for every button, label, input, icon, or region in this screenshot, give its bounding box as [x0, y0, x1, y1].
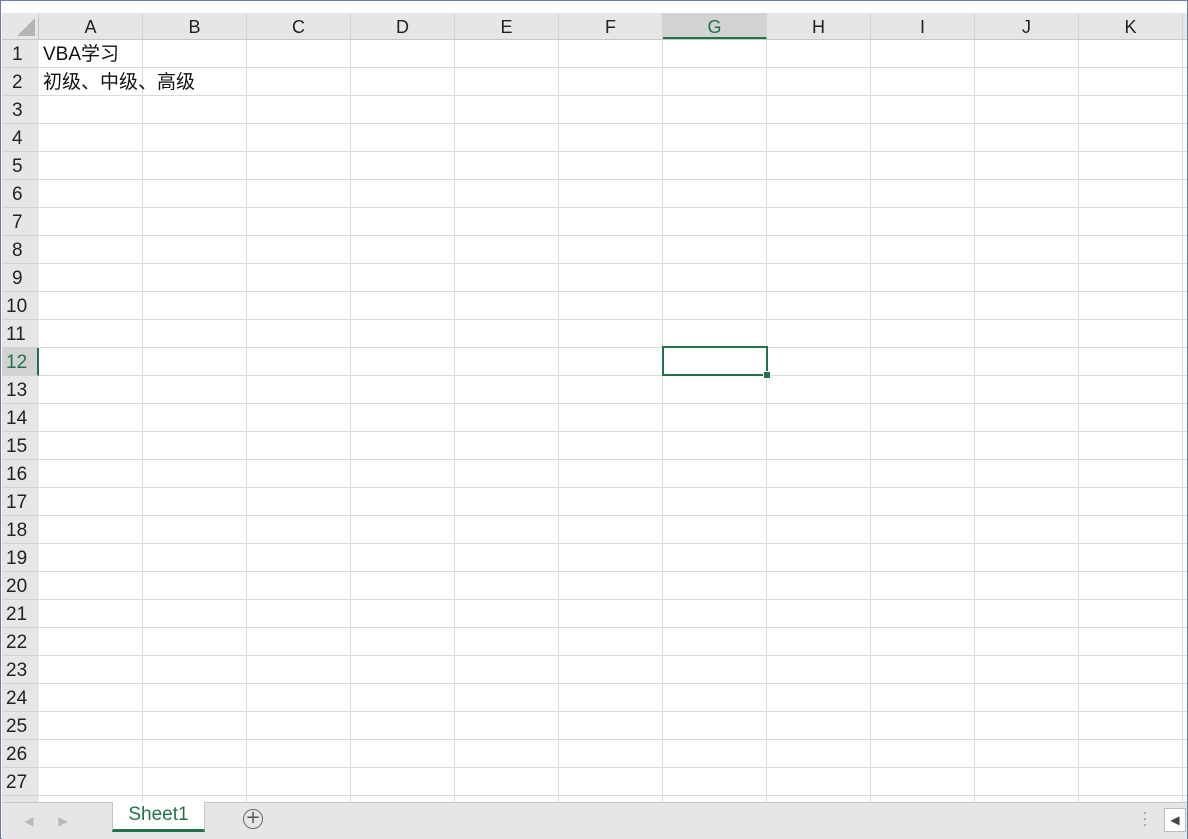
column-header-f[interactable]: F	[559, 13, 663, 39]
row-header-27[interactable]: 27	[2, 768, 39, 796]
row-header-12[interactable]: 12	[2, 348, 39, 376]
column-header-d[interactable]: D	[351, 13, 455, 39]
row-header-19[interactable]: 19	[2, 544, 39, 572]
row-header-23[interactable]: 23	[2, 656, 39, 684]
row-header-25[interactable]: 25	[2, 712, 39, 740]
row-header-11[interactable]: 11	[2, 320, 39, 348]
column-header-j[interactable]: J	[975, 13, 1079, 39]
sheet-tab-sheet1[interactable]: Sheet1	[112, 802, 205, 832]
row-header-26[interactable]: 26	[2, 740, 39, 768]
row-header-18[interactable]: 18	[2, 516, 39, 544]
column-header-c[interactable]: C	[247, 13, 351, 39]
row-header-20[interactable]: 20	[2, 572, 39, 600]
add-sheet-icon[interactable]: +	[243, 809, 263, 829]
column-header-b[interactable]: B	[143, 13, 247, 39]
row-header-16[interactable]: 16	[2, 460, 39, 488]
column-header-g[interactable]: G	[663, 13, 767, 39]
sheet-tab-label: Sheet1	[128, 804, 189, 825]
row-header-7[interactable]: 7	[2, 208, 39, 236]
sheet-tab-bar: ◀ ▶ Sheet1 + · · · ◀	[2, 802, 1187, 839]
row-header-3[interactable]: 3	[2, 96, 39, 124]
row-header-14[interactable]: 14	[2, 404, 39, 432]
row-header-24[interactable]: 24	[2, 684, 39, 712]
spreadsheet-window: ABCDEFGHIJK 1 2 3 4 5 6 7 8 9 10 11 12 13 14 15 16 17 18 1…	[0, 0, 1188, 839]
row-header-6[interactable]: 6	[2, 180, 39, 208]
row-header-4[interactable]: 4	[2, 124, 39, 152]
row-header-8[interactable]: 8	[2, 236, 39, 264]
column-header-k[interactable]: K	[1079, 13, 1183, 39]
row-header-9[interactable]: 9	[2, 264, 39, 292]
column-header-a[interactable]: A	[39, 13, 143, 39]
active-cell-selection[interactable]	[662, 346, 771, 379]
select-all-button[interactable]	[2, 13, 39, 39]
row-header-17[interactable]: 17	[2, 488, 39, 516]
cell-a1[interactable]: VBA学习	[43, 40, 119, 68]
row-header-13[interactable]: 13	[2, 376, 39, 404]
cell-a2[interactable]: 初级、中级、高级	[43, 68, 195, 96]
split-handle-icon[interactable]: · · ·	[1142, 807, 1148, 833]
column-header-h[interactable]: H	[767, 13, 871, 39]
select-all-icon	[17, 18, 35, 36]
fill-handle[interactable]	[763, 371, 771, 379]
row-header-10[interactable]: 10	[2, 292, 39, 320]
row-header-bar: 1 2 3 4 5 6 7 8 9 10 11 12 13 14 15 16 17 18 19 20 21 22 23 24 2…	[2, 40, 40, 802]
next-sheet-icon[interactable]: ▶	[54, 812, 72, 830]
row-header-21[interactable]: 21	[2, 600, 39, 628]
row-header-22[interactable]: 22	[2, 628, 39, 656]
cell-grid[interactable]: VBA学习 初级、中级、高级	[39, 40, 1187, 802]
column-header-bar: ABCDEFGHIJK	[2, 13, 1187, 40]
scroll-left-icon[interactable]: ◀	[1164, 808, 1186, 832]
column-header-e[interactable]: E	[455, 13, 559, 39]
column-header-i[interactable]: I	[871, 13, 975, 39]
row-header-15[interactable]: 15	[2, 432, 39, 460]
row-header-5[interactable]: 5	[2, 152, 39, 180]
row-header-1[interactable]: 1	[2, 40, 39, 68]
row-header-2[interactable]: 2	[2, 68, 39, 96]
prev-sheet-icon[interactable]: ◀	[20, 812, 38, 830]
